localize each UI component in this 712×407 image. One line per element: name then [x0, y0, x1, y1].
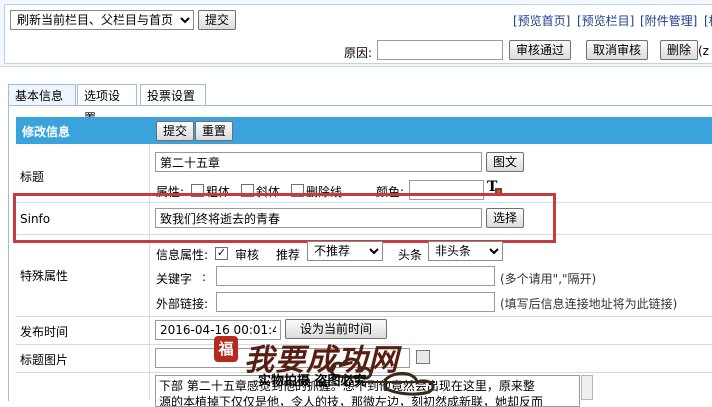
tab-basic-info-label: 基本信息	[15, 89, 64, 103]
watermark-sub-text: 实物拍摄 盗图必究	[258, 374, 367, 389]
form-reset-button[interactable]: 重置	[195, 121, 234, 141]
external-link-input[interactable]	[216, 292, 495, 312]
preview-home-link[interactable]: [预览首页]	[513, 12, 570, 29]
watermark-badge: 福	[214, 336, 238, 362]
publish-label: 发布时间	[20, 325, 69, 339]
external-link-hint: (填写后信息连接地址将为此链接)	[500, 297, 678, 311]
form-header	[16, 117, 712, 144]
refresh-select[interactable]: 刷新当前栏目、父栏目与首页	[10, 10, 194, 30]
info-attr-label: 信息属性:	[156, 248, 209, 262]
picture-text-button[interactable]: 图文	[486, 152, 525, 172]
approve-button[interactable]: 审核通过	[509, 40, 572, 60]
title-label: 标题	[20, 170, 45, 184]
summary-scrollbar[interactable]	[581, 375, 593, 400]
keyword-input[interactable]	[216, 266, 495, 286]
tab-basic-info[interactable]: 基本信息	[8, 84, 76, 106]
recommend-select[interactable]: 不推荐	[307, 241, 383, 261]
keyword-label: 关键字	[156, 272, 193, 286]
keyword-hint: (多个请用","隔开)	[500, 272, 597, 286]
tab-vote-label: 投票设置	[147, 89, 196, 103]
recommend-label: 推荐	[276, 248, 301, 262]
attachment-manage-link[interactable]: [附件管理]	[640, 12, 697, 29]
reason-label: 原因:	[344, 46, 373, 60]
column-link-cut[interactable]: [栏	[704, 12, 712, 29]
headline-label: 头条	[398, 248, 423, 262]
delete-button[interactable]: 删除	[660, 40, 699, 60]
tab-options[interactable]: 选项设置	[77, 84, 137, 125]
cut-text: (z	[698, 44, 709, 58]
cancel-approve-button[interactable]: 取消审核	[586, 40, 649, 60]
section-title: 修改信息	[22, 125, 71, 139]
title-image-label: 标题图片	[20, 353, 69, 367]
preview-column-link[interactable]: [预览栏目]	[577, 12, 634, 29]
external-link-label: 外部链接:	[156, 297, 209, 311]
review-label: 审核	[235, 248, 260, 262]
title-input[interactable]	[155, 152, 482, 172]
keyword-colon: :	[202, 270, 207, 284]
special-label: 特殊属性	[20, 269, 69, 283]
headline-select[interactable]: 非头条	[428, 241, 503, 261]
form-submit-button[interactable]: 提交	[156, 121, 195, 141]
top-submit-button[interactable]: 提交	[198, 10, 237, 30]
reason-input[interactable]	[377, 40, 503, 60]
review-checkbox[interactable]: ✓	[215, 247, 228, 260]
tab-vote[interactable]: 投票设置	[140, 84, 206, 106]
